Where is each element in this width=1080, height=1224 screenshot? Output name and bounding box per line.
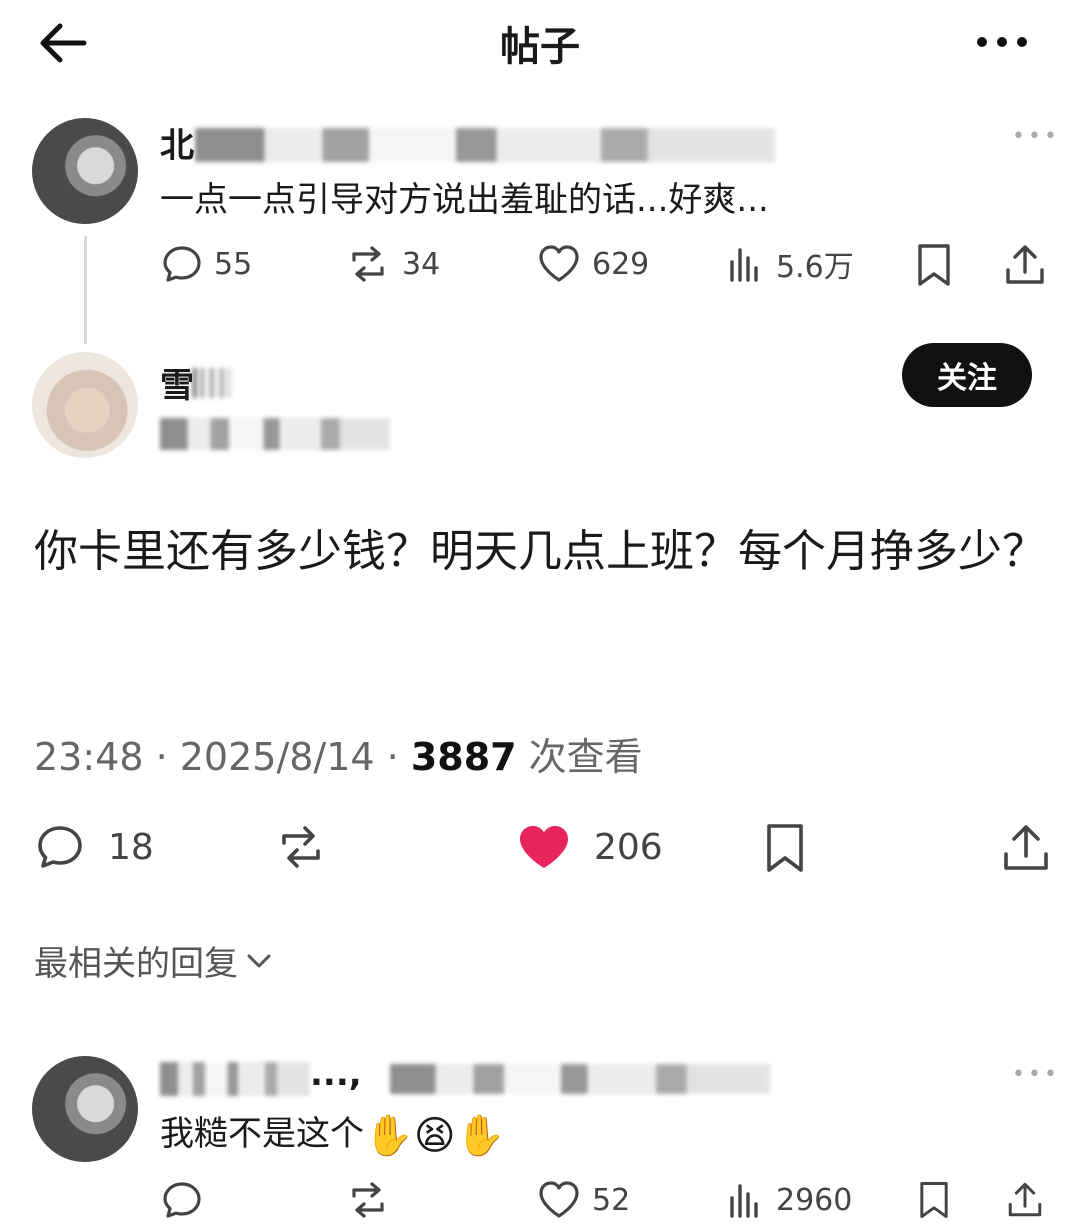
- author-name[interactable]: 北: [160, 118, 194, 167]
- share-icon[interactable]: [1000, 822, 1052, 878]
- reply-text: 我糙不是这个✋😫✋: [160, 1106, 506, 1160]
- repost-count: 34: [402, 246, 441, 282]
- views-button[interactable]: 2960: [726, 1180, 852, 1220]
- heart-icon: [539, 1181, 579, 1218]
- chevron-down-icon: [247, 954, 271, 967]
- repost-button[interactable]: 34: [344, 242, 440, 286]
- post-meta: 23:48 · 2025/8/14 · 3887 次查看: [34, 726, 643, 781]
- more-options-icon[interactable]: [970, 20, 1034, 64]
- post-timestamp: 23:48 · 2025/8/14 ·: [34, 735, 411, 779]
- views-button[interactable]: 5.6万: [726, 242, 854, 286]
- page-title: 帖子: [500, 24, 580, 70]
- redacted-author-handle: [160, 418, 390, 450]
- like-button[interactable]: 52: [536, 1180, 630, 1220]
- weary-face-emoji-icon: 😫: [413, 1112, 456, 1159]
- follow-button[interactable]: 关注: [902, 343, 1032, 407]
- reply-text-content: 我糙不是这个: [160, 1114, 364, 1154]
- bar-chart-icon: [730, 248, 758, 282]
- bar-chart-icon: [730, 1184, 758, 1218]
- heart-icon: [539, 245, 579, 282]
- repost-icon: [352, 246, 384, 282]
- reply-button[interactable]: 18: [34, 822, 154, 872]
- post-text: 一点一点引导对方说出羞耻的话...好爽...: [160, 180, 769, 220]
- avatar[interactable]: [32, 352, 138, 458]
- redacted-author-name: [192, 368, 232, 398]
- author-name-suffix: ...,: [310, 1054, 362, 1094]
- comment-icon[interactable]: [160, 1180, 204, 1224]
- reply-button[interactable]: 55: [160, 242, 252, 286]
- bookmark-icon[interactable]: [914, 242, 954, 292]
- share-icon[interactable]: [1002, 242, 1048, 292]
- author-name[interactable]: 雪: [160, 358, 194, 407]
- reply-sort-dropdown[interactable]: 最相关的回复: [34, 936, 274, 985]
- post-menu-icon[interactable]: •••: [1012, 124, 1060, 149]
- like-button[interactable]: 206: [516, 822, 663, 872]
- bookmark-icon[interactable]: [914, 1180, 954, 1224]
- like-count: 52: [592, 1182, 631, 1218]
- repost-icon[interactable]: [344, 1180, 392, 1224]
- top-bar: 帖子: [0, 0, 1080, 95]
- repost-icon[interactable]: [272, 822, 330, 876]
- view-count: 3887: [410, 735, 517, 779]
- avatar[interactable]: [32, 1056, 138, 1162]
- reply-count: 18: [108, 826, 154, 868]
- avatar[interactable]: [32, 118, 138, 224]
- bookmark-icon[interactable]: [762, 822, 808, 878]
- redacted-author-handle: [195, 128, 775, 162]
- heart-filled-icon: [520, 826, 568, 868]
- like-count: 206: [594, 826, 663, 868]
- view-count: 5.6万: [776, 250, 854, 285]
- post-text: 你卡里还有多少钱？明天几点上班？每个月挣多少？: [34, 526, 1046, 577]
- redacted-author-handle: [390, 1064, 770, 1094]
- thread-connector: [84, 236, 87, 344]
- share-icon[interactable]: [1002, 1180, 1048, 1224]
- reply-menu-icon[interactable]: •••: [1012, 1062, 1060, 1087]
- view-count: 2960: [776, 1182, 853, 1218]
- reply-count: 55: [214, 246, 253, 282]
- raised-hand-emoji-icon: ✋: [455, 1113, 506, 1159]
- raised-hand-emoji-icon: ✋: [364, 1113, 414, 1159]
- comment-icon: [163, 246, 201, 282]
- like-count: 629: [592, 246, 650, 282]
- comment-icon: [38, 826, 82, 868]
- view-suffix: 次查看: [516, 735, 643, 779]
- reply-sort-label: 最相关的回复: [34, 944, 238, 984]
- like-button[interactable]: 629: [536, 242, 649, 286]
- redacted-author-name: [160, 1062, 310, 1096]
